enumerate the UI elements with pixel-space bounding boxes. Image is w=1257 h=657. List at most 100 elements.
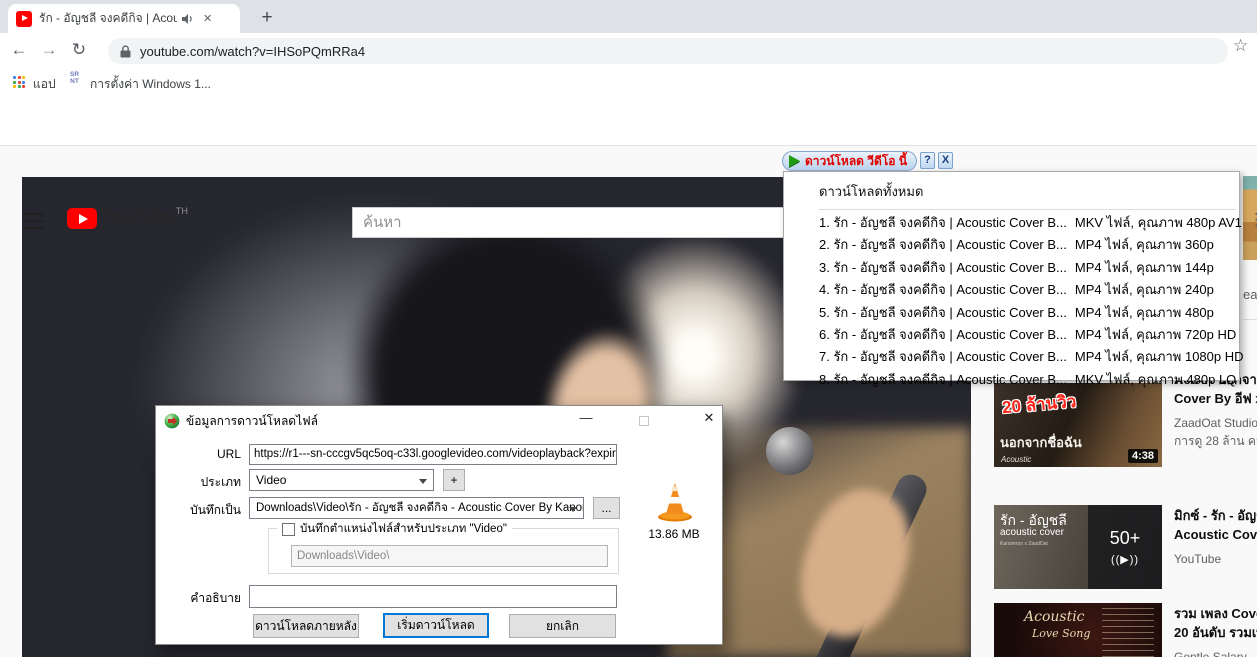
youtube-favicon — [16, 11, 32, 27]
url-field[interactable]: https://r1---sn-cccgv5qc5oq-c33l.googlev… — [249, 444, 617, 465]
file-size: 13.86 MB — [643, 527, 705, 541]
remember-path-label: บันทึกตำแหน่งไฟล์สำหรับประเภท "Video" — [300, 520, 507, 538]
chevron-down-icon — [419, 479, 427, 484]
mix-count: 50+ — [1110, 528, 1141, 549]
dialog-title: ข้อมูลการดาวน์โหลดไฟล์ — [186, 412, 318, 431]
thumb-tracklist — [1102, 608, 1154, 657]
type-label: ประเภท — [156, 473, 241, 492]
description-field[interactable] — [249, 585, 617, 608]
video-microphone-head — [766, 427, 814, 475]
sidebar-divider — [1243, 319, 1257, 320]
chevron-down-icon — [569, 507, 577, 512]
video3-title-line1: รวม เพลง Cover — [1174, 604, 1257, 623]
download-option-6[interactable]: 6. รัก - อัญชลี จงคดีกิจ | Acoustic Cove… — [784, 324, 1239, 346]
download-close-button[interactable]: X — [938, 152, 953, 169]
mix-title-line2: Acoustic Cover — [1174, 525, 1257, 544]
browser-tab-strip: รัก - อัญชลี จงคดีกิจ | Acoustic ✕ + — [0, 0, 1257, 33]
tab-close-icon[interactable]: ✕ — [203, 12, 212, 25]
apps-bookmark[interactable]: แอป — [33, 75, 56, 94]
minimize-button[interactable]: — — [571, 410, 601, 425]
vlc-file-icon — [653, 480, 697, 527]
youtube-wordmark: YouTube — [101, 207, 174, 229]
cancel-button[interactable]: ยกเลิก — [509, 614, 616, 638]
forward-button[interactable]: → — [36, 33, 62, 68]
thumb-script-line2: Love Song — [1032, 627, 1090, 640]
download-this-video-button[interactable]: ดาวน์โหลด วีดีโอ นี้ — [782, 151, 917, 171]
download-option-2[interactable]: 2. รัก - อัญชลี จงคดีกิจ | Acoustic Cove… — [784, 234, 1239, 256]
back-button[interactable]: ← — [6, 33, 32, 68]
thumbnail-subcaption: Acoustic — [1001, 455, 1031, 464]
type-dropdown[interactable]: Video — [249, 469, 434, 491]
thumbnail-views-badge: 20 ล้านวิว — [1001, 388, 1077, 421]
sidebar-occluded-text: ear — [1243, 287, 1257, 302]
sidebar-video-thumbnail-1[interactable]: 20 ล้านวิว นอกจากชื่อฉัน Acoustic 4:38 — [994, 383, 1162, 467]
panel-separator — [819, 209, 1236, 210]
lock-icon — [120, 45, 131, 58]
duration-badge: 4:38 — [1128, 449, 1158, 463]
browser-tab[interactable]: รัก - อัญชลี จงคดีกิจ | Acoustic ✕ — [8, 4, 240, 33]
apps-grid-icon[interactable] — [13, 76, 25, 88]
add-type-button[interactable]: + — [443, 469, 465, 491]
download-option-7[interactable]: 7. รัก - อัญชลี จงคดีกิจ | Acoustic Cove… — [784, 346, 1239, 368]
youtube-header: YouTube TH ⋮ — [0, 96, 1257, 146]
thumb-script-line1: Acoustic — [1024, 609, 1085, 625]
bookmark-favicon: SR NT — [70, 72, 79, 85]
url-label: URL — [156, 447, 241, 461]
browser-toolbar: ← → ↻ youtube.com/watch?v=IHSoPQmRRa4 ☆ — [0, 33, 1257, 68]
green-play-icon — [789, 155, 800, 167]
tab-title: รัก - อัญชลี จงคดีกิจ | Acoustic — [39, 9, 177, 28]
mix-thumb-subtitle: acoustic cover — [1000, 527, 1064, 538]
download-options-panel: ดาวน์โหลดทั้งหมด 1. รัก - อัญชลี จงคดีกิ… — [783, 171, 1240, 381]
sidebar-video-meta-3[interactable]: รวม เพลง Cover 20 อันดับ รวมเพลง Gentle … — [1174, 604, 1257, 657]
download-help-button[interactable]: ? — [920, 152, 935, 169]
new-tab-button[interactable]: + — [254, 5, 280, 31]
description-label: คำอธิบาย — [156, 589, 241, 608]
reload-button[interactable]: ↻ — [66, 33, 92, 68]
youtube-play-icon — [67, 208, 97, 229]
download-button-label: ดาวน์โหลด วีดีโอ นี้ — [805, 152, 907, 171]
download-all-link[interactable]: ดาวน์โหลดทั้งหมด — [784, 172, 1239, 207]
youtube-logo[interactable]: YouTube TH — [67, 206, 188, 229]
start-download-button[interactable]: เริ่มดาวน์โหลด — [383, 613, 489, 638]
download-option-1[interactable]: 1. รัก - อัญชลี จงคดีกิจ | Acoustic Cove… — [784, 212, 1239, 234]
download-option-3[interactable]: 3. รัก - อัญชลี จงคดีกิจ | Acoustic Cove… — [784, 257, 1239, 279]
more-options-icon[interactable]: ⋮ — [1248, 208, 1257, 232]
mix-thumb-credit: Kanomroo x ZaadOat — [1000, 541, 1048, 547]
audio-playing-icon[interactable] — [181, 13, 193, 25]
download-later-button[interactable]: ดาวน์โหลดภายหลัง — [253, 614, 359, 638]
download-option-4[interactable]: 4. รัก - อัญชลี จงคดีกิจ | Acoustic Cove… — [784, 279, 1239, 301]
video-title-line2: Cover By อีฟ x — [1174, 389, 1257, 408]
browse-button[interactable]: ... — [593, 497, 620, 519]
remember-path-checkbox[interactable] — [282, 523, 295, 536]
sidebar-mix-meta[interactable]: มิกซ์ - รัก - อัญชลี Acoustic Cover YouT… — [1174, 506, 1257, 568]
remember-path-groupbox: บันทึกตำแหน่งไฟล์สำหรับประเภท "Video" Do… — [268, 528, 619, 574]
sidebar-mix-thumbnail[interactable]: รัก - อัญชลี acoustic cover Kanomroo x Z… — [994, 505, 1162, 589]
close-dialog-button[interactable]: ✕ — [694, 410, 724, 426]
video-channel: ZaadOat Studio — [1174, 414, 1257, 432]
download-option-5[interactable]: 5. รัก - อัญชลี จงคดีกิจ | Acoustic Cove… — [784, 302, 1239, 324]
idm-download-dialog: ข้อมูลการดาวน์โหลดไฟล์ — ✕ URL https://r… — [155, 405, 723, 645]
url-text: youtube.com/watch?v=IHSoPQmRRa4 — [140, 44, 365, 59]
save-as-dropdown[interactable]: Downloads\Video\รัก - อัญชลี จงคดีกิจ - … — [249, 497, 584, 519]
video3-title-line2: 20 อันดับ รวมเพลง — [1174, 623, 1257, 642]
mix-playlist-icon: ((▶)) — [1111, 553, 1139, 566]
mix-channel: YouTube — [1174, 550, 1257, 568]
menu-hamburger-icon[interactable] — [24, 213, 44, 234]
maximize-button[interactable] — [639, 416, 649, 426]
download-option-8[interactable]: 8. รัก - อัญชลี จงคดีกิจ | Acoustic Cove… — [784, 369, 1239, 391]
region-tag: TH — [176, 206, 188, 216]
mix-title-line1: มิกซ์ - รัก - อัญชลี — [1174, 506, 1257, 525]
bookmarks-bar: แอป SR NT การตั้งค่า Windows 1... — [0, 68, 1257, 96]
thumbnail-caption: นอกจากชื่อฉัน — [1000, 432, 1082, 453]
remember-path-field: Downloads\Video\ — [291, 545, 608, 567]
download-helper-bar: ดาวน์โหลด วีดีโอ นี้ ? X — [782, 151, 953, 171]
video3-channel: Gentle Salary — [1174, 648, 1257, 657]
sidebar-video-thumbnail-3[interactable]: Acoustic Love Song — [994, 603, 1162, 657]
mix-overlay: 50+ ((▶)) — [1088, 505, 1162, 589]
idm-app-icon — [164, 413, 180, 429]
dialog-titlebar[interactable]: ข้อมูลการดาวน์โหลดไฟล์ — [156, 406, 722, 436]
address-bar[interactable]: youtube.com/watch?v=IHSoPQmRRa4 — [108, 38, 1228, 64]
bookmark-windows-settings[interactable]: การตั้งค่า Windows 1... — [90, 75, 211, 94]
save-as-label: บันทึกเป็น — [156, 501, 241, 520]
bookmark-star-icon[interactable]: ☆ — [1233, 36, 1248, 56]
